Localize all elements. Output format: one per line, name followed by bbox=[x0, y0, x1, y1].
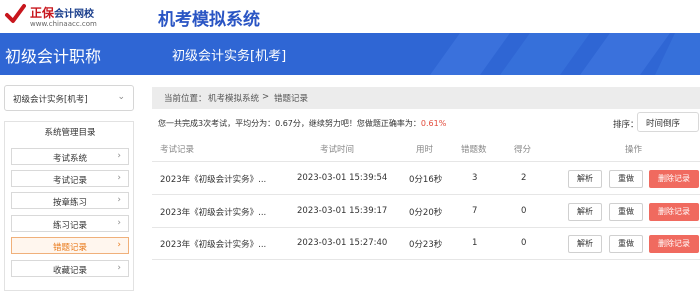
chevron-right-icon: › bbox=[117, 218, 121, 228]
sidebar-item-label: 考试记录 bbox=[52, 176, 87, 186]
record-time: 2023-03-01 15:39:54 bbox=[297, 173, 388, 183]
analyze-button[interactable]: 解析 bbox=[568, 170, 602, 188]
top-header: 正保会计网校 www.chinaacc.com 机考模拟系统 bbox=[0, 0, 700, 33]
table-header: 考试记录 考试时间 用时 错题数 得分 操作 bbox=[152, 140, 700, 162]
record-time: 2023-03-01 15:27:40 bbox=[297, 238, 388, 248]
chevron-right-icon: › bbox=[117, 195, 121, 205]
chevron-right-icon: › bbox=[117, 240, 121, 250]
sidebar-item-label: 按章练习 bbox=[52, 198, 87, 208]
chevron-right-icon: › bbox=[117, 151, 121, 161]
sidebar-item-favorites[interactable]: 收藏记录 › bbox=[11, 260, 129, 277]
record-wrong-count: 3 bbox=[472, 173, 478, 183]
header-record: 考试记录 bbox=[160, 145, 195, 155]
sidebar-item-chapter-practice[interactable]: 按章练习 › bbox=[11, 192, 129, 209]
table-row: 2023年《初级会计实务》... 2023-03-01 15:27:40 0分2… bbox=[152, 228, 700, 260]
record-duration: 0分20秒 bbox=[409, 208, 443, 218]
menu-title: 系统管理目录 bbox=[44, 128, 96, 138]
sidebar-item-label: 练习记录 bbox=[52, 221, 87, 231]
record-name: 2023年《初级会计实务》... bbox=[160, 208, 267, 218]
record-score: 0 bbox=[521, 238, 527, 248]
header-time: 考试时间 bbox=[320, 145, 355, 155]
record-score: 2 bbox=[521, 173, 527, 183]
table-row: 2023年《初级会计实务》... 2023-03-01 15:39:54 0分1… bbox=[152, 163, 700, 195]
chevron-right-icon: › bbox=[117, 263, 121, 273]
delete-record-button[interactable]: 删除记录 bbox=[649, 203, 699, 221]
app-title: 机考模拟系统 bbox=[158, 10, 260, 30]
breadcrumb-current: 错题记录 bbox=[274, 94, 309, 104]
header-score: 得分 bbox=[514, 145, 532, 155]
header-duration: 用时 bbox=[416, 145, 434, 155]
logo-url: www.chinaacc.com bbox=[30, 20, 97, 28]
analyze-button[interactable]: 解析 bbox=[568, 235, 602, 253]
header-action: 操作 bbox=[625, 145, 643, 155]
banner: 初级会计职称 初级会计实务[机考] bbox=[0, 33, 700, 75]
sort-select-value: 时间倒序 bbox=[646, 119, 681, 129]
breadcrumb: 当前位置： 机考模拟系统 > 错题记录 bbox=[152, 87, 700, 109]
record-duration: 0分16秒 bbox=[409, 175, 443, 185]
course-title: 初级会计实务[机考] bbox=[172, 49, 287, 64]
breadcrumb-prefix: 当前位置： bbox=[164, 94, 207, 104]
sidebar-item-wrong-records[interactable]: 错题记录 › bbox=[11, 237, 129, 254]
breadcrumb-link-system[interactable]: 机考模拟系统 bbox=[208, 92, 259, 104]
record-wrong-count: 1 bbox=[472, 238, 478, 248]
summary-text: 您一共完成3次考试，平均分为：0.67分，继续努力吧！您做题正确率为：0.61% bbox=[158, 119, 447, 128]
table-row: 2023年《初级会计实务》... 2023-03-01 15:39:17 0分2… bbox=[152, 196, 700, 228]
subject-select-value: 初级会计实务[机考] bbox=[13, 95, 88, 105]
sidebar-item-label: 收藏记录 bbox=[52, 266, 87, 276]
sidebar-item-exam-system[interactable]: 考试系统 › bbox=[11, 148, 129, 165]
sidebar-menu: 系统管理目录 考试系统 › 考试记录 › 按章练习 › 练习记录 › 错题记录 … bbox=[4, 121, 134, 291]
exam-level-title: 初级会计职称 bbox=[5, 47, 102, 66]
breadcrumb-separator: > bbox=[262, 92, 270, 102]
record-duration: 0分23秒 bbox=[409, 240, 443, 250]
sidebar-item-label: 错题记录 bbox=[52, 243, 87, 253]
record-name: 2023年《初级会计实务》... bbox=[160, 175, 267, 185]
redo-button[interactable]: 重做 bbox=[609, 235, 643, 253]
redo-button[interactable]: 重做 bbox=[609, 170, 643, 188]
chinaacc-logo-icon bbox=[5, 4, 26, 23]
redo-button[interactable]: 重做 bbox=[609, 203, 643, 221]
delete-record-button[interactable]: 删除记录 bbox=[649, 170, 699, 188]
delete-record-button[interactable]: 删除记录 bbox=[649, 235, 699, 253]
chevron-down-icon: ⌄ bbox=[117, 92, 125, 102]
header-wrong-count: 错题数 bbox=[461, 145, 487, 155]
record-score: 0 bbox=[521, 206, 527, 216]
sidebar-item-label: 考试系统 bbox=[52, 154, 87, 164]
sort-label: 排序： bbox=[613, 120, 639, 130]
sort-select[interactable]: 时间倒序 bbox=[637, 112, 699, 132]
banner-decoration bbox=[430, 33, 700, 75]
sidebar-item-exam-records[interactable]: 考试记录 › bbox=[11, 170, 129, 187]
logo-text: 正保会计网校 bbox=[30, 6, 95, 20]
subject-select[interactable]: 初级会计实务[机考] ⌄ bbox=[4, 85, 134, 111]
chevron-right-icon: › bbox=[117, 173, 121, 183]
logo[interactable]: 正保会计网校 www.chinaacc.com bbox=[4, 3, 104, 30]
sidebar-item-practice-records[interactable]: 练习记录 › bbox=[11, 215, 129, 232]
analyze-button[interactable]: 解析 bbox=[568, 203, 602, 221]
record-time: 2023-03-01 15:39:17 bbox=[297, 206, 388, 216]
accuracy-rate: 0.61% bbox=[420, 119, 447, 128]
record-name: 2023年《初级会计实务》... bbox=[160, 240, 267, 250]
record-wrong-count: 7 bbox=[472, 206, 478, 216]
